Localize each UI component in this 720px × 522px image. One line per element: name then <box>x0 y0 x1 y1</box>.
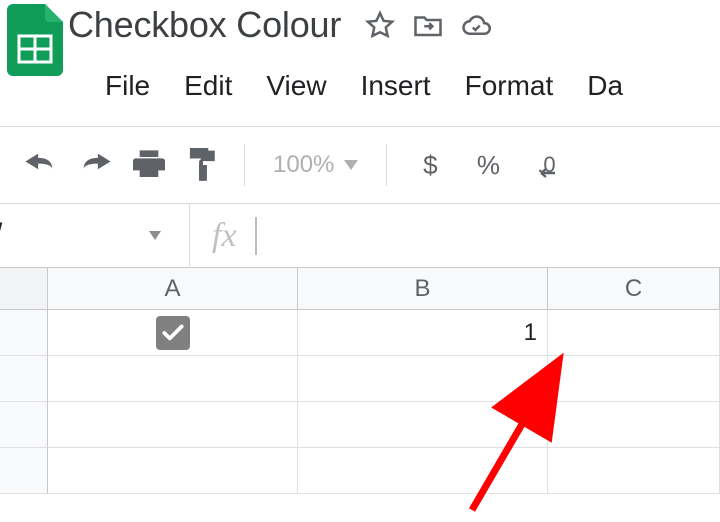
annotation-arrow <box>0 0 720 522</box>
